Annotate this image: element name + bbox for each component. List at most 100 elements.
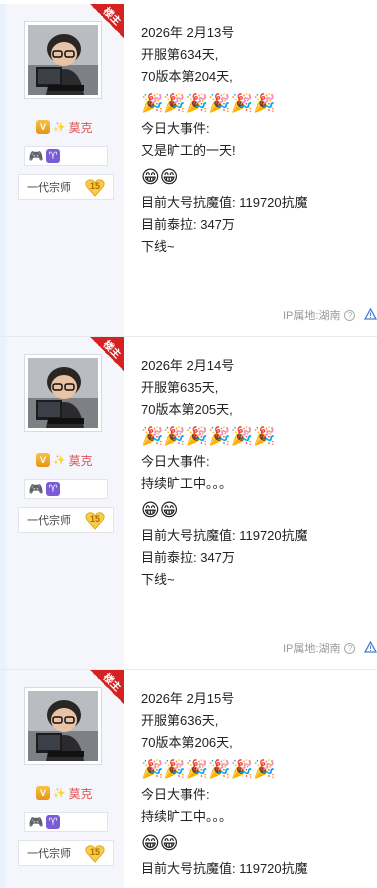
op-badge-label: 楼主 — [100, 5, 123, 28]
avatar[interactable] — [24, 21, 102, 99]
aries-icon[interactable]: ♈ — [46, 482, 60, 496]
party-emoji-row: 🎉 🎉 🎉 🎉 🎉 🎉 — [141, 754, 369, 784]
post: 楼主 V ✨ 莫克 — [0, 4, 377, 337]
party-popper-icon: 🎉 — [141, 93, 164, 113]
author-name[interactable]: 莫克 — [68, 119, 92, 136]
author-name-row: V ✨ 莫克 — [36, 118, 92, 136]
author-name[interactable]: 莫克 — [68, 785, 92, 802]
chuckle-emoji-icon: 😁 — [141, 500, 160, 520]
chuckle-emoji-row: 😁 😁 — [141, 828, 369, 858]
event-text: 又是旷工的一天! — [141, 143, 236, 158]
party-popper-icon: 🎉 — [185, 426, 209, 446]
server-days: 开服第636天, — [141, 713, 219, 728]
party-emoji-row: 🎉 🎉 🎉 🎉 🎉 🎉 — [141, 88, 369, 118]
party-popper-icon: 🎉 — [253, 759, 276, 779]
level-box[interactable]: 一代宗师 15 — [18, 174, 114, 200]
level-number: 15 — [89, 514, 100, 524]
party-popper-icon: 🎉 — [208, 759, 231, 779]
post-date: 2026年 2月14号 — [141, 358, 235, 373]
warning-icon[interactable] — [364, 641, 377, 653]
party-popper-icon: 🎉 — [253, 426, 276, 446]
party-popper-icon: 🎉 — [230, 426, 254, 446]
author-column: 楼主 V ✨ 莫克 🎮 ♈ 一代宗师 15 — [6, 4, 124, 336]
warning-icon[interactable] — [364, 308, 377, 320]
power-value: 目前大号抗魔值: 119720抗魔 — [141, 861, 308, 876]
party-popper-icon: 🎉 — [208, 426, 231, 446]
sparkle-icon: ✨ — [53, 121, 66, 133]
chuckle-emoji-icon: 😁 — [159, 500, 179, 520]
event-text: 持续旷工中。。。 — [141, 809, 233, 824]
post-content: 2026年 2月14号 开服第635天, 70版本第205天, 🎉 🎉 🎉 🎉 … — [141, 355, 369, 591]
game-controller-icon[interactable]: 🎮 — [29, 815, 43, 829]
level-box[interactable]: 一代宗师 15 — [18, 507, 114, 533]
signoff: 下线~ — [141, 239, 175, 254]
vip-icon: V — [36, 120, 50, 134]
game-controller-icon[interactable]: 🎮 — [29, 149, 43, 163]
signoff: 下线~ — [141, 572, 175, 587]
post: 楼主 V ✨ 莫克 — [0, 337, 377, 670]
info-icon[interactable]: ? — [344, 309, 356, 321]
party-popper-icon: 🎉 — [141, 759, 164, 779]
level-heart-icon: 15 — [85, 844, 105, 864]
author-column: 楼主 V ✨ 莫克 🎮 ♈ 一代宗师 15 — [6, 670, 124, 888]
party-popper-icon: 🎉 — [230, 93, 254, 113]
version-days: 70版本第205天, — [141, 402, 233, 417]
sparkle-icon: ✨ — [53, 787, 66, 799]
aries-icon[interactable]: ♈ — [46, 815, 60, 829]
post-date: 2026年 2月15号 — [141, 691, 235, 706]
party-popper-icon: 🎉 — [208, 93, 231, 113]
game-controller-icon[interactable]: 🎮 — [29, 482, 43, 496]
sparkle-icon: ✨ — [53, 454, 66, 466]
party-popper-icon: 🎉 — [253, 93, 276, 113]
author-name-row: V ✨ 莫克 — [36, 784, 92, 802]
aries-icon[interactable]: ♈ — [46, 149, 60, 163]
party-popper-icon: 🎉 — [185, 759, 209, 779]
badge-icons: 🎮 ♈ — [24, 812, 108, 832]
avatar[interactable] — [24, 687, 102, 765]
avatar[interactable] — [24, 354, 102, 432]
badge-icons: 🎮 ♈ — [24, 479, 108, 499]
party-popper-icon: 🎉 — [163, 93, 186, 113]
ip-location: IP属地:湖南 ? — [283, 640, 356, 656]
chuckle-emoji-row: 😁 😁 — [141, 495, 369, 525]
gold-value: 目前泰拉: 347万 — [141, 550, 235, 565]
author-column: 楼主 V ✨ 莫克 🎮 ♈ 一代宗师 15 — [6, 337, 124, 669]
event-text: 持续旷工中。。。 — [141, 476, 233, 491]
party-emoji-row: 🎉 🎉 🎉 🎉 🎉 🎉 — [141, 421, 369, 451]
gold-value: 目前泰拉: 347万 — [141, 217, 235, 232]
vip-icon: V — [36, 453, 50, 467]
power-value: 目前大号抗魔值: 119720抗魔 — [141, 195, 308, 210]
info-icon[interactable]: ? — [344, 642, 356, 654]
level-number: 15 — [89, 847, 100, 857]
level-title: 一代宗师 — [27, 182, 71, 194]
event-title: 今日大事件: — [141, 121, 210, 136]
level-title: 一代宗师 — [27, 848, 71, 860]
post: 楼主 V ✨ 莫克 — [0, 670, 377, 888]
ip-location-text: IP属地:湖南 — [283, 310, 341, 322]
badge-icons: 🎮 ♈ — [24, 146, 108, 166]
chuckle-emoji-icon: 😁 — [141, 167, 160, 187]
server-days: 开服第635天, — [141, 380, 219, 395]
avatar-image — [28, 358, 98, 428]
ip-location-text: IP属地:湖南 — [283, 643, 341, 655]
post-feed: 楼主 V ✨ 莫克 🎮 ♈ 一代宗师 15 2026年 2月13号 开服第634… — [0, 0, 377, 888]
level-number: 15 — [89, 181, 100, 191]
party-popper-icon: 🎉 — [230, 759, 254, 779]
post-content: 2026年 2月13号 开服第634天, 70版本第204天, 🎉 🎉 🎉 🎉 … — [141, 22, 369, 258]
author-name[interactable]: 莫克 — [68, 452, 92, 469]
version-days: 70版本第204天, — [141, 69, 233, 84]
level-box[interactable]: 一代宗师 15 — [18, 840, 114, 866]
party-popper-icon: 🎉 — [163, 426, 186, 446]
chuckle-emoji-row: 😁 😁 — [141, 162, 369, 192]
version-days: 70版本第206天, — [141, 735, 233, 750]
author-name-row: V ✨ 莫克 — [36, 451, 92, 469]
party-popper-icon: 🎉 — [163, 759, 186, 779]
chuckle-emoji-icon: 😁 — [159, 833, 179, 853]
op-badge-label: 楼主 — [100, 671, 123, 694]
level-heart-icon: 15 — [85, 511, 105, 531]
chuckle-emoji-icon: 😁 — [159, 167, 179, 187]
chuckle-emoji-icon: 😁 — [141, 833, 160, 853]
post-date: 2026年 2月13号 — [141, 25, 235, 40]
level-title: 一代宗师 — [27, 515, 71, 527]
post-content: 2026年 2月15号 开服第636天, 70版本第206天, 🎉 🎉 🎉 🎉 … — [141, 688, 369, 880]
